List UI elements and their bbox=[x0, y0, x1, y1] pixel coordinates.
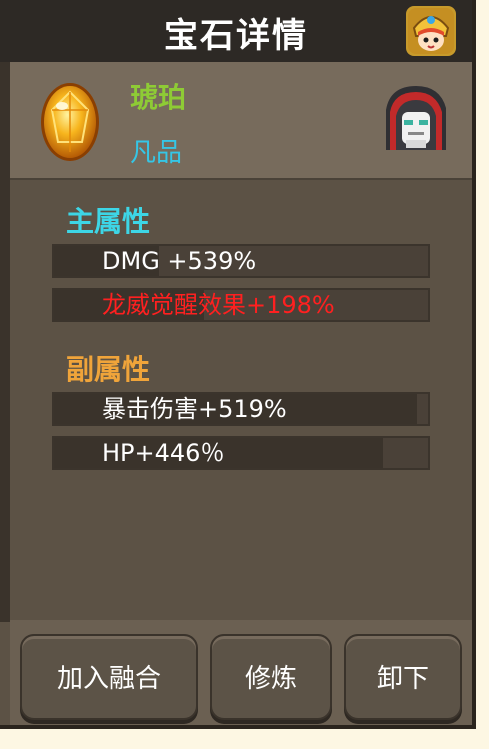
attributes-area: 主属性 DMG +539% 龙威觉醒效果+198% 副属性 暴击伤害+519% … bbox=[10, 180, 472, 620]
hero-avatar-icon[interactable] bbox=[406, 6, 456, 56]
main-attr-text: 龙威觉醒效果+198% bbox=[102, 291, 335, 319]
refine-button[interactable]: 修炼 bbox=[210, 634, 332, 720]
main-attr-title: 主属性 bbox=[66, 205, 151, 238]
sub-attr-row: 暴击伤害+519% bbox=[52, 392, 430, 426]
unequip-button[interactable]: 卸下 bbox=[344, 634, 462, 720]
main-attr-text: DMG +539% bbox=[102, 247, 257, 275]
hooded-robot-icon[interactable] bbox=[376, 80, 454, 158]
add-to-merge-button[interactable]: 加入融合 bbox=[20, 634, 198, 720]
main-attr-row: 龙威觉醒效果+198% bbox=[52, 288, 430, 322]
page-title: 宝石详情 bbox=[164, 16, 308, 56]
gem-summary: 琥珀 凡品 bbox=[10, 62, 472, 180]
sub-attr-text: 暴击伤害+519% bbox=[102, 395, 287, 423]
sub-attr-title: 副属性 bbox=[66, 353, 151, 386]
gem-detail-panel: 宝石详情 琥珀 凡品 主属性 DMG +539% 龙威觉醒效果+198% 副属性… bbox=[0, 0, 476, 729]
title-bar: 宝石详情 bbox=[0, 0, 472, 62]
sub-attr-text: HP+446％ bbox=[102, 439, 225, 467]
gem-name: 琥珀 bbox=[130, 81, 187, 114]
amber-gem-icon bbox=[38, 80, 102, 164]
main-attr-row: DMG +539% bbox=[52, 244, 430, 278]
sub-attr-row: HP+446％ bbox=[52, 436, 430, 470]
action-bar: 加入融合 修炼 卸下 bbox=[10, 620, 472, 725]
left-frame bbox=[0, 62, 10, 622]
gem-grade: 凡品 bbox=[130, 138, 183, 168]
